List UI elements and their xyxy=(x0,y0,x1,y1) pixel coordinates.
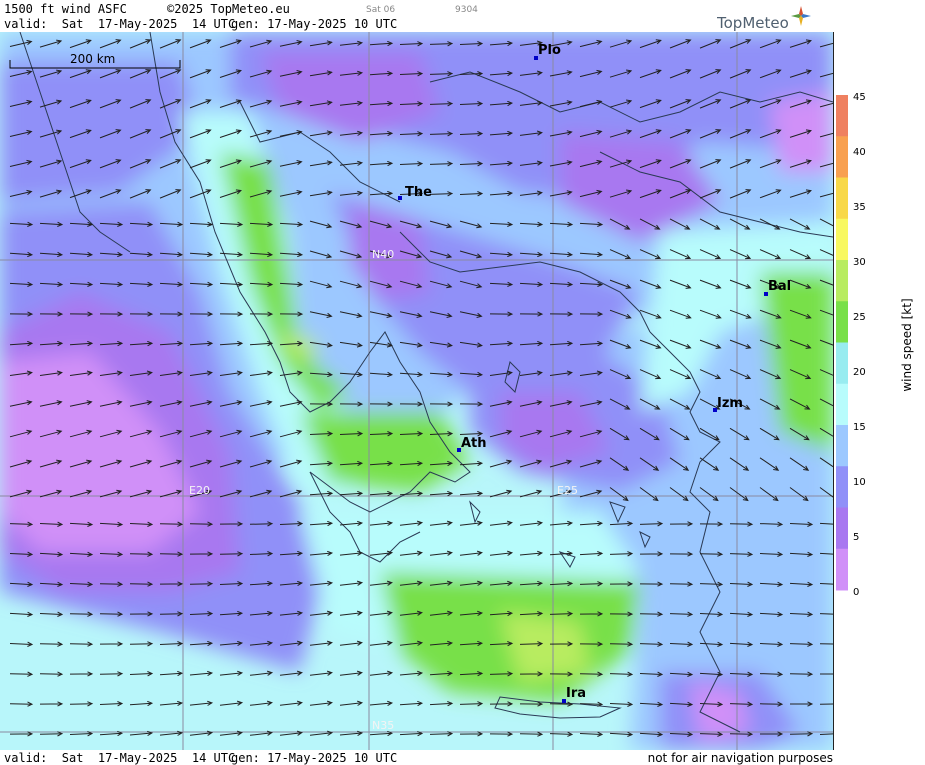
legend-tick: 35 xyxy=(853,202,866,213)
legend-color-step xyxy=(836,383,848,426)
legend-color-step xyxy=(836,177,848,220)
legend-color-step xyxy=(836,466,848,508)
legend-title: wind speed [kt] xyxy=(900,298,914,391)
legend-color-step xyxy=(836,342,848,385)
legend-color-step xyxy=(836,425,848,467)
footer-disclaimer: not for air navigation purposes xyxy=(647,751,833,765)
legend-tick: 40 xyxy=(853,147,866,158)
legend-tick: 30 xyxy=(853,257,866,268)
legend-color-step xyxy=(836,301,848,343)
scale-bar-label: 200 km xyxy=(70,52,115,66)
city-label-ath: Ath xyxy=(461,436,487,451)
generated-time: gen: 17-May-2025 10 UTC xyxy=(231,17,398,31)
city-marker-the xyxy=(398,196,402,200)
wind-map-canvas: N40 N35 E20 E25 200 km Plo The Bal Izm A… xyxy=(0,32,833,750)
legend-tick: 5 xyxy=(853,532,859,543)
legend-tick: 45 xyxy=(853,92,866,103)
grid-label-n35: N35 xyxy=(372,719,394,732)
legend-tick: 0 xyxy=(853,587,859,598)
compass-star-icon xyxy=(791,6,811,26)
legend-tick: 25 xyxy=(853,312,866,323)
mini-day-label: Sat 06 xyxy=(366,5,396,15)
wind-map[interactable]: N40 N35 E20 E25 200 km Plo The Bal Izm A… xyxy=(0,32,834,750)
mini-code-label: 9304 xyxy=(455,5,478,15)
grid-label-e25: E25 xyxy=(557,484,578,497)
copyright-text: ©2025 TopMeteo.eu xyxy=(167,2,290,16)
logo-text: TopMeteo xyxy=(717,14,789,32)
footer-valid-time: valid: Sat 17-May-2025 14 UTC xyxy=(4,751,236,765)
legend-ticks: 45 40 35 30 25 20 15 10 5 0 xyxy=(853,92,866,598)
grid-label-e20: E20 xyxy=(189,484,210,497)
topmeteo-logo: TopMeteo xyxy=(717,6,811,32)
legend-color-step xyxy=(836,548,848,591)
legend-color-step xyxy=(836,260,848,302)
city-label-bal: Bal xyxy=(768,279,791,294)
footer-generated-time: gen: 17-May-2025 10 UTC xyxy=(231,751,398,765)
wind-speed-legend: 45 40 35 30 25 20 15 10 5 0 wind speed [… xyxy=(836,92,914,598)
legend-tick: 15 xyxy=(853,422,866,433)
legend-tick: 10 xyxy=(853,477,866,488)
legend-color-step xyxy=(836,218,848,261)
city-label-plo: Plo xyxy=(538,43,561,58)
valid-time: valid: Sat 17-May-2025 14 UTC xyxy=(4,17,236,31)
grid-label-n40: N40 xyxy=(372,248,394,261)
legend-color-bar xyxy=(836,95,848,591)
legend-color-step xyxy=(836,507,848,550)
city-label-ira: Ira xyxy=(566,686,586,701)
legend-color-step xyxy=(836,95,848,137)
map-title: 1500 ft wind ASFC xyxy=(4,2,127,16)
city-label-the: The xyxy=(405,185,432,200)
legend-color-step xyxy=(836,136,848,178)
city-label-izm: Izm xyxy=(717,396,743,411)
legend-tick: 20 xyxy=(853,367,866,378)
